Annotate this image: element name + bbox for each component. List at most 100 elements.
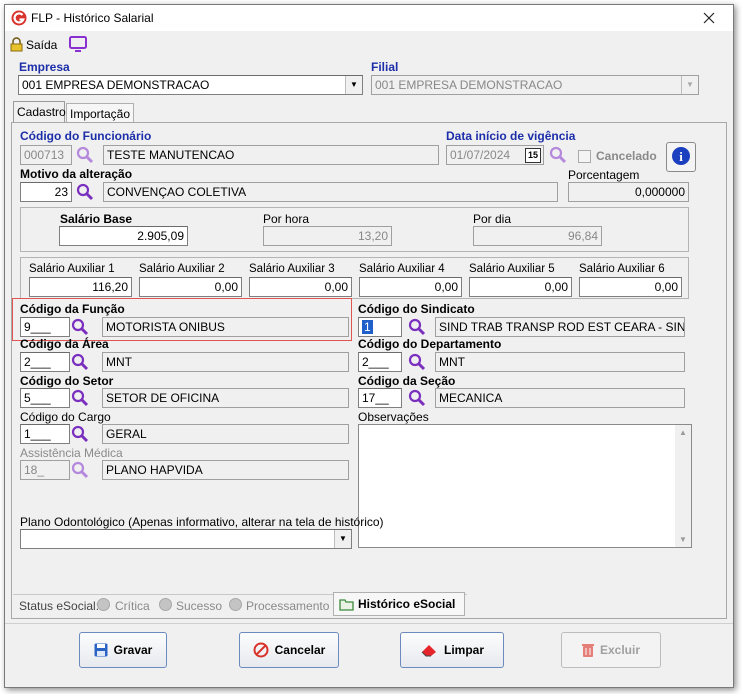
assistencia-code-field[interactable]: 18_ [20, 460, 70, 480]
svg-text:i: i [679, 149, 683, 164]
observacoes-scrollbar[interactable]: ▲ ▼ [675, 425, 691, 547]
folder-icon [339, 599, 354, 611]
funcionario-name-field[interactable]: TESTE MANUTENCAO [103, 145, 439, 165]
search-icon[interactable] [71, 425, 89, 443]
info-button[interactable]: i [666, 142, 696, 172]
save-icon [94, 643, 108, 657]
chevron-down-icon[interactable]: ▼ [345, 76, 362, 94]
processamento-label: Processamento [246, 599, 330, 613]
search-icon[interactable] [76, 183, 94, 201]
tab-cadastro[interactable]: Cadastro [13, 101, 66, 123]
monitor-icon[interactable] [69, 36, 87, 52]
close-icon[interactable] [703, 12, 715, 24]
porcentagem-field[interactable]: 0,000000 [568, 182, 689, 202]
secao-label: Código da Seção [358, 374, 456, 388]
search-icon[interactable] [76, 146, 94, 164]
search-icon[interactable] [549, 146, 567, 164]
scroll-up-icon[interactable]: ▲ [679, 428, 687, 437]
scroll-down-icon[interactable]: ▼ [679, 535, 687, 544]
saida-label: Saída [26, 38, 58, 52]
search-icon[interactable] [71, 353, 89, 371]
historico-esocial-label: Histórico eSocial [358, 597, 456, 611]
calendar-icon[interactable]: 15 [525, 148, 541, 163]
filial-select[interactable]: 001 EMPRESA DEMONSTRACAO ▼ [371, 75, 699, 95]
cancelar-label: Cancelar [274, 643, 326, 657]
aux-1-field[interactable]: 116,20 [29, 277, 132, 297]
aux-5-field[interactable]: 0,00 [469, 277, 572, 297]
funcao-label: Código da Função [20, 302, 125, 316]
departamento-label: Código do Departamento [358, 337, 502, 351]
empresa-value: 001 EMPRESA DEMONSTRACAO [22, 78, 210, 92]
secao-code-field[interactable]: 17__ [358, 388, 402, 408]
window-title: FLP - Histórico Salarial [31, 11, 154, 25]
salario-base-field[interactable]: 2.905,09 [59, 226, 188, 246]
por-dia-field[interactable]: 96,84 [473, 226, 602, 246]
gravar-button[interactable]: Gravar [79, 632, 167, 668]
search-icon[interactable] [71, 461, 89, 479]
critica-status-icon [97, 598, 110, 611]
trash-icon [581, 643, 594, 657]
limpar-label: Limpar [443, 643, 484, 657]
tab-importacao-label: Importação [70, 107, 131, 121]
funcionario-code-field[interactable]: 000713 [20, 145, 72, 165]
sucesso-status-icon [159, 598, 172, 611]
sindicato-name-field[interactable]: SIND TRAB TRANSP ROD EST CEARA - SINTF [435, 317, 685, 337]
odonto-select[interactable]: ▼ [20, 529, 352, 549]
cargo-name-field[interactable]: GERAL [102, 424, 349, 444]
departamento-name-field[interactable]: MNT [435, 352, 685, 372]
area-name-field[interactable]: MNT [102, 352, 349, 372]
historico-esocial-button[interactable]: Histórico eSocial [333, 592, 465, 616]
cancelado-label: Cancelado [596, 149, 657, 163]
cancelado-checkbox[interactable] [578, 150, 591, 163]
por-hora-field[interactable]: 13,20 [263, 226, 392, 246]
setor-name-field[interactable]: SETOR DE OFICINA [102, 388, 349, 408]
secao-name-field[interactable]: MECANICA [435, 388, 685, 408]
chevron-down-icon[interactable]: ▼ [334, 530, 351, 548]
funcao-code-field[interactable]: 9___ [20, 317, 70, 337]
aux-4-field[interactable]: 0,00 [359, 277, 462, 297]
departamento-code-field[interactable]: 2___ [358, 352, 402, 372]
filial-label: Filial [371, 60, 399, 74]
sindicato-code-value: 1 [362, 320, 373, 334]
search-icon[interactable] [71, 318, 89, 336]
observacoes-label: Observações [358, 410, 429, 424]
area-code-field[interactable]: 2___ [20, 352, 70, 372]
motivo-code-field[interactable]: 23 [20, 182, 72, 202]
funcao-name-field[interactable]: MOTORISTA ONIBUS [102, 317, 349, 337]
aux-6-field[interactable]: 0,00 [579, 277, 682, 297]
assistencia-label: Assistência Médica [20, 446, 123, 460]
search-icon[interactable] [408, 318, 426, 336]
historico-salarial-window: FLP - Histórico Salarial Saída Empresa 0… [4, 4, 734, 688]
search-icon[interactable] [408, 389, 426, 407]
salario-base-label: Salário Base [60, 212, 133, 226]
empresa-select[interactable]: 001 EMPRESA DEMONSTRACAO ▼ [18, 75, 363, 95]
cargo-label: Código do Cargo [20, 410, 111, 424]
title-bar: FLP - Histórico Salarial [5, 5, 733, 31]
aux-3-field[interactable]: 0,00 [249, 277, 352, 297]
critica-label: Crítica [115, 599, 150, 613]
filial-value: 001 EMPRESA DEMONSTRACAO [375, 78, 563, 92]
aux-4-label: Salário Auxiliar 4 [359, 263, 445, 275]
por-hora-label: Por hora [263, 212, 310, 226]
saida-button[interactable]: Saída [9, 36, 61, 54]
vigencia-date-field[interactable]: 01/07/2024 15 [446, 145, 544, 165]
motivo-label: Motivo da alteração [20, 167, 133, 181]
motivo-name-field[interactable]: CONVENÇAO COLETIVA [103, 182, 558, 202]
cancelar-button[interactable]: Cancelar [239, 632, 339, 668]
excluir-button[interactable]: Excluir [561, 632, 661, 668]
assistencia-name-field[interactable]: PLANO HAPVIDA [102, 460, 349, 480]
observacoes-textarea[interactable]: ▲ ▼ [358, 424, 692, 548]
sindicato-code-field[interactable]: 1 [358, 317, 402, 337]
search-icon[interactable] [408, 353, 426, 371]
tab-importacao[interactable]: Importação [66, 103, 134, 123]
cargo-code-field[interactable]: 1___ [20, 424, 70, 444]
search-icon[interactable] [71, 389, 89, 407]
aux-6-label: Salário Auxiliar 6 [579, 263, 665, 275]
setor-code-field[interactable]: 5___ [20, 388, 70, 408]
chevron-down-icon[interactable]: ▼ [681, 76, 698, 94]
sucesso-label: Sucesso [176, 599, 223, 613]
eraser-icon [421, 645, 436, 657]
gravar-label: Gravar [113, 643, 153, 657]
aux-2-field[interactable]: 0,00 [139, 277, 242, 297]
limpar-button[interactable]: Limpar [400, 632, 504, 668]
